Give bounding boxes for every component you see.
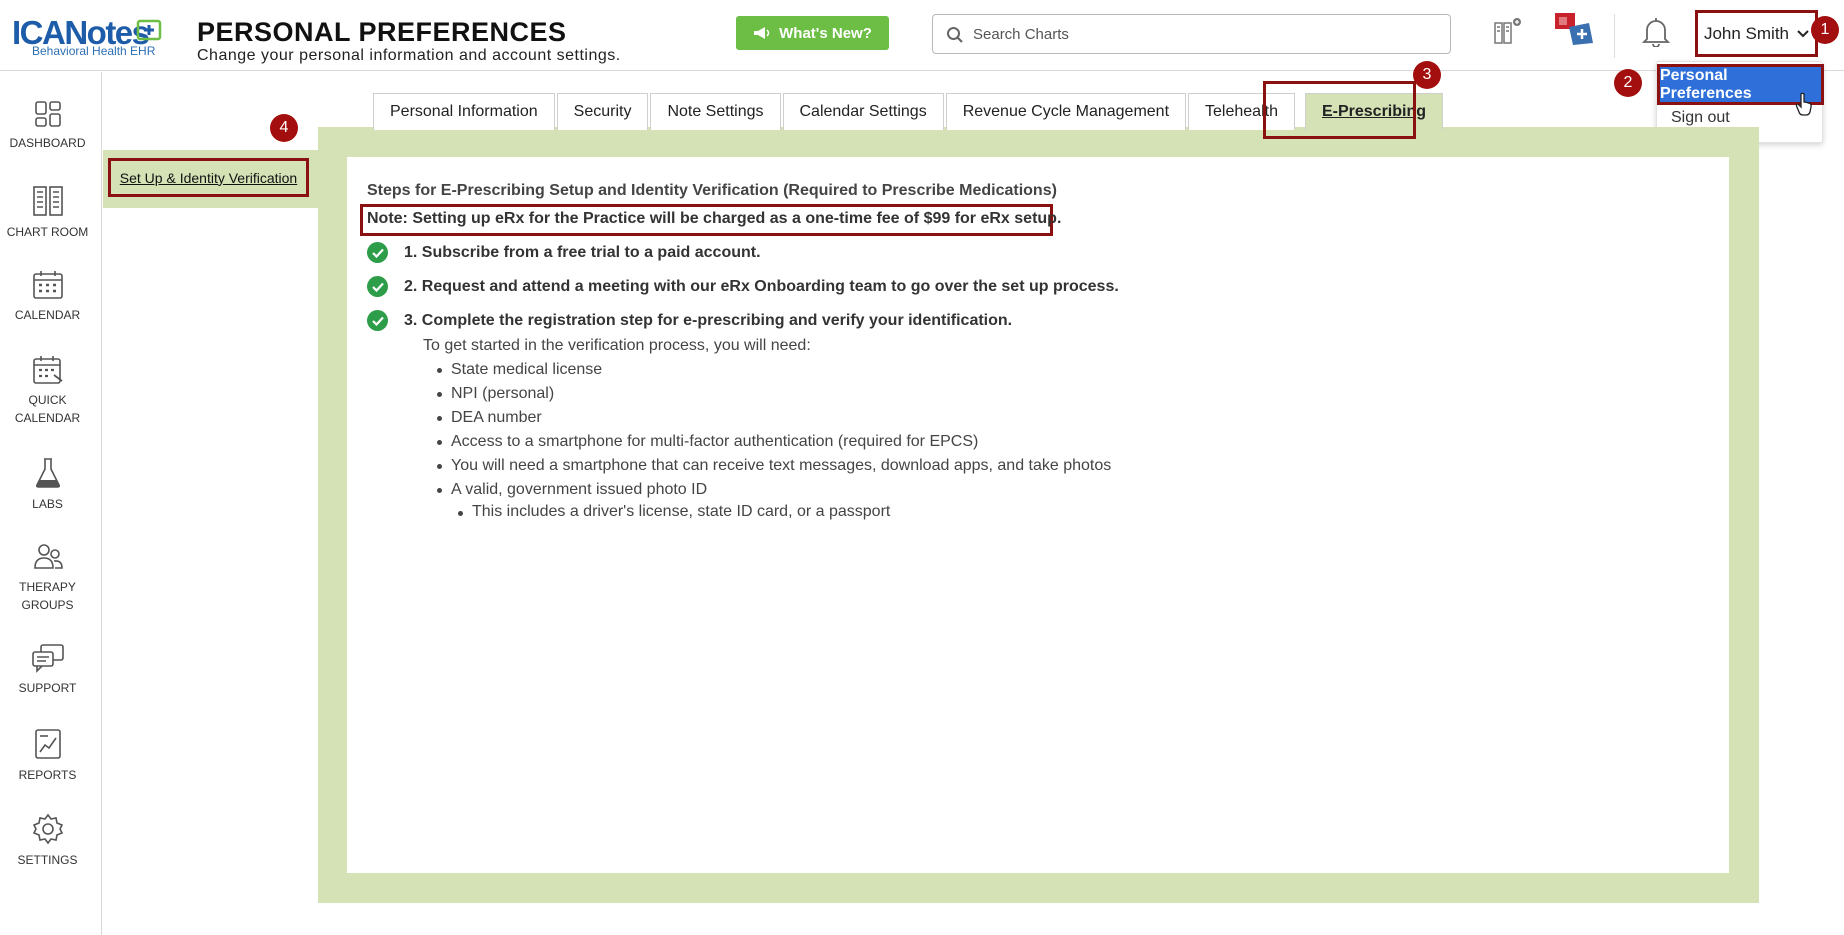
chart-room-icon: [32, 186, 63, 216]
sidebar-label-therapy-groups: THERAPY GROUPS: [19, 580, 76, 612]
search-box[interactable]: [932, 14, 1451, 54]
sidebar-label-dashboard: DASHBOARD: [9, 136, 86, 150]
step-badge-1: 1: [1811, 16, 1839, 44]
chat-icon: [31, 644, 64, 673]
group-icon: [33, 544, 63, 569]
dashboard-icon: [34, 101, 61, 127]
sidebar: DASHBOARD CHART ROOM CALENDAR QUICK CALE…: [0, 72, 102, 935]
sidebar-item-calendar[interactable]: CALENDAR: [0, 270, 95, 324]
requirement-item: DEA number: [436, 406, 1111, 430]
sidebar-label-quick-calendar: QUICK CALENDAR: [14, 393, 81, 425]
step-item: 2. Request and attend a meeting with our…: [367, 276, 1119, 297]
e-prescribing-tab-highlight: [1263, 81, 1416, 139]
calendar-icon: [32, 271, 63, 299]
sidebar-label-chart-room: CHART ROOM: [6, 225, 89, 239]
logo-subtitle: Behavioral Health EHR: [32, 44, 156, 58]
step-badge-2: 2: [1614, 69, 1642, 97]
check-icon: [367, 310, 388, 331]
fee-note: Note: Setting up eRx for the Practice wi…: [367, 210, 1062, 227]
reports-icon: [34, 729, 61, 759]
requirement-item: Access to a smartphone for multi-factor …: [436, 430, 1111, 454]
requirements-list: State medical license NPI (personal) DEA…: [436, 358, 1111, 502]
tab-revenue-cycle-management[interactable]: Revenue Cycle Management: [945, 93, 1187, 130]
requirement-item: You will need a smartphone that can rece…: [436, 454, 1111, 478]
sidebar-label-labs: LABS: [32, 497, 63, 511]
sidebar-item-dashboard[interactable]: DASHBOARD: [0, 100, 95, 152]
whats-new-button[interactable]: What's New?: [736, 16, 889, 50]
requirement-item: NPI (personal): [436, 382, 1111, 406]
step-item: 1. Subscribe from a free trial to a paid…: [367, 242, 761, 263]
whats-new-label: What's New?: [779, 24, 872, 42]
sidebar-item-support[interactable]: SUPPORT: [0, 643, 95, 697]
step-text: 1. Subscribe from a free trial to a paid…: [404, 243, 761, 261]
hand-cursor-icon: [1795, 92, 1812, 116]
page-title: PERSONAL PREFERENCES: [197, 17, 567, 47]
logo-plus-icon: [136, 19, 162, 41]
check-icon: [367, 242, 388, 263]
subnav-setup-identity-verification[interactable]: Set Up & Identity Verification: [108, 158, 309, 197]
sidebar-item-chart-room[interactable]: CHART ROOM: [0, 185, 95, 241]
bell-icon[interactable]: [1642, 17, 1670, 47]
step-text: 3. Complete the registration step for e-…: [404, 311, 1013, 329]
step-item: 3. Complete the registration step for e-…: [367, 310, 1012, 331]
check-icon: [367, 276, 388, 297]
header-divider: [1614, 14, 1615, 58]
add-chart-icon[interactable]: [1492, 17, 1524, 47]
sidebar-label-calendar: CALENDAR: [14, 308, 81, 322]
search-icon: [947, 27, 963, 43]
requirements-intro: To get started in the verification proce…: [423, 337, 811, 354]
step-badge-4: 4: [270, 114, 298, 142]
chevron-down-icon: [1797, 29, 1809, 37]
requirement-item: A valid, government issued photo ID: [436, 478, 1111, 502]
sidebar-item-quick-calendar[interactable]: QUICK CALENDAR: [0, 355, 95, 427]
new-patient-icon[interactable]: [1553, 11, 1597, 47]
steps-title: Steps for E-Prescribing Setup and Identi…: [367, 182, 1057, 199]
user-menu-button[interactable]: John Smith: [1695, 10, 1818, 57]
sidebar-item-therapy-groups[interactable]: THERAPY GROUPS: [0, 542, 95, 614]
step-text: 2. Request and attend a meeting with our…: [404, 277, 1119, 295]
sidebar-label-support: SUPPORT: [18, 681, 77, 695]
megaphone-icon: [754, 27, 770, 39]
page-subtitle: Change your personal information and acc…: [197, 47, 621, 64]
flask-icon: [35, 458, 60, 488]
search-input[interactable]: [973, 23, 1433, 45]
sidebar-label-settings: SETTINGS: [17, 853, 78, 867]
gear-icon: [32, 813, 63, 845]
tab-personal-information[interactable]: Personal Information: [373, 93, 555, 130]
requirement-subitem: This includes a driver's license, state …: [457, 503, 891, 520]
step-badge-3: 3: [1413, 61, 1441, 89]
sidebar-item-labs[interactable]: LABS: [0, 457, 95, 513]
sidebar-item-settings[interactable]: SETTINGS: [0, 813, 95, 869]
app-logo[interactable]: ICANotes Behavioral Health EHR: [12, 14, 167, 60]
tab-note-settings[interactable]: Note Settings: [650, 93, 781, 130]
quick-calendar-icon: [32, 356, 63, 384]
sign-out-menu-item[interactable]: Sign out: [1671, 109, 1730, 127]
sidebar-label-reports: REPORTS: [18, 768, 77, 782]
tab-security[interactable]: Security: [556, 93, 649, 130]
tab-calendar-settings[interactable]: Calendar Settings: [782, 93, 944, 130]
top-bar: ICANotes Behavioral Health EHR PERSONAL …: [0, 0, 1844, 71]
requirement-item: State medical license: [436, 358, 1111, 382]
sidebar-item-reports[interactable]: REPORTS: [0, 728, 95, 784]
user-name: John Smith: [1703, 23, 1790, 43]
